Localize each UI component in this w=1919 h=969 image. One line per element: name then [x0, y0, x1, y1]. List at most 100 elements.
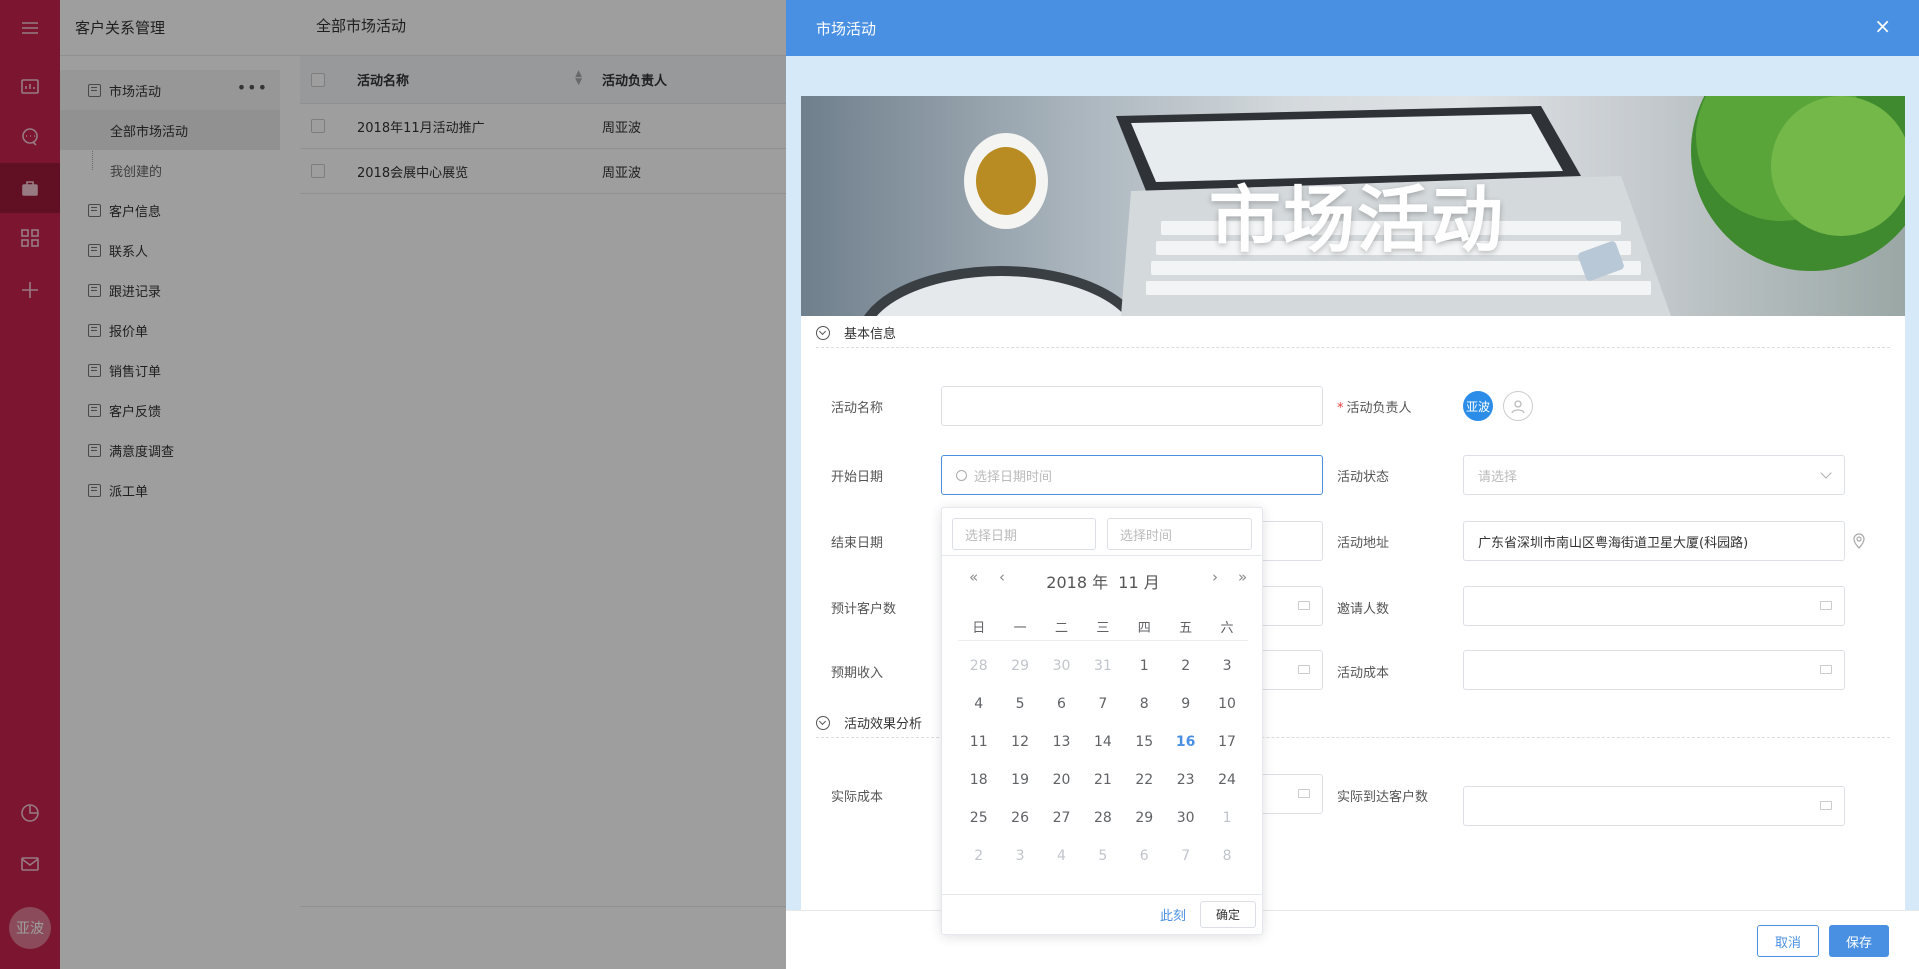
- calendar-day[interactable]: 4: [1041, 848, 1082, 864]
- calendar-grid: 日一二三四五六 28 29 30 31 1 2 3 4 5 6 7 8 9 10 11 12 13 14 15 16 1…: [958, 613, 1248, 875]
- calendar-day[interactable]: 21: [1082, 772, 1123, 788]
- label-activity-name: 活动名称: [831, 401, 884, 416]
- label-actual-cost: 实际成本: [831, 790, 884, 805]
- calendar-day[interactable]: 20: [1041, 772, 1082, 788]
- weekday-label: 二: [1054, 621, 1068, 636]
- label-address: 活动地址: [1337, 536, 1390, 551]
- calendar-day[interactable]: 28: [1082, 810, 1123, 826]
- calendar-day[interactable]: 19: [999, 772, 1040, 788]
- calendar-day[interactable]: 2: [958, 848, 999, 864]
- calendar-day[interactable]: 13: [1041, 734, 1082, 750]
- calendar-day[interactable]: 7: [1082, 696, 1123, 712]
- calendar-day[interactable]: 28: [958, 658, 999, 674]
- collapse-icon[interactable]: [816, 325, 830, 340]
- weekday-label: 日: [972, 621, 986, 636]
- calendar-day[interactable]: 3: [999, 848, 1040, 864]
- calendar-day[interactable]: 17: [1206, 734, 1247, 750]
- banner-image: 市场活动: [801, 96, 1905, 316]
- calendar-day[interactable]: 24: [1206, 772, 1247, 788]
- clock-icon: [956, 469, 967, 481]
- dialog-header: 市场活动 ×: [786, 0, 1919, 56]
- save-button[interactable]: 保存: [1829, 925, 1889, 957]
- label-start-date: 开始日期: [831, 470, 884, 485]
- calendar-day[interactable]: 2: [1165, 658, 1206, 674]
- calendar-day[interactable]: 8: [1124, 696, 1165, 712]
- placeholder: 选择日期时间: [974, 469, 1053, 485]
- label-invitees: 邀请人数: [1337, 602, 1390, 617]
- calendar-day[interactable]: 5: [999, 696, 1040, 712]
- calendar-day[interactable]: 27: [1041, 810, 1082, 826]
- calendar-day[interactable]: 12: [999, 734, 1040, 750]
- section-title: 活动效果分析: [844, 717, 923, 732]
- status-select[interactable]: 请选择: [1463, 455, 1845, 495]
- picker-date-input[interactable]: 选择日期: [952, 518, 1096, 550]
- calendar-day[interactable]: 10: [1206, 696, 1247, 712]
- calendar-week-row: 25 26 27 28 29 30 1: [958, 799, 1248, 837]
- confirm-button[interactable]: 确定: [1200, 901, 1256, 928]
- calendar-day[interactable]: 30: [1165, 810, 1206, 826]
- calendar-day[interactable]: 11: [958, 734, 999, 750]
- actual-customers-input[interactable]: [1463, 786, 1845, 826]
- calendar-day-today[interactable]: 16: [1165, 734, 1206, 750]
- calendar-day[interactable]: 1: [1206, 810, 1247, 826]
- calendar-week-row: 4 5 6 7 8 9 10: [958, 685, 1248, 723]
- weekday-label: 五: [1179, 621, 1193, 636]
- label-text: 活动负责人: [1346, 401, 1412, 416]
- start-date-input[interactable]: 选择日期时间: [941, 455, 1323, 495]
- calendar-day[interactable]: 26: [999, 810, 1040, 826]
- calendar-day[interactable]: 5: [1082, 848, 1123, 864]
- calendar-day[interactable]: 25: [958, 810, 999, 826]
- address-input[interactable]: 广东省深圳市南山区粤海街道卫星大厦(科园路): [1463, 521, 1845, 561]
- calendar-day[interactable]: 18: [958, 772, 999, 788]
- number-icon: [1298, 665, 1310, 674]
- banner-title: 市场活动: [1209, 178, 1506, 262]
- calendar-day[interactable]: 14: [1082, 734, 1123, 750]
- calendar-day[interactable]: 15: [1124, 734, 1165, 750]
- calendar-day[interactable]: 23: [1165, 772, 1206, 788]
- owner-avatar[interactable]: 亚波: [1463, 391, 1493, 421]
- section-basic-info[interactable]: 基本信息: [816, 318, 1890, 348]
- weekday-label: 三: [1096, 621, 1110, 636]
- required-mark: *: [1337, 401, 1344, 416]
- calendar-day[interactable]: 6: [1041, 696, 1082, 712]
- label-activity-cost: 活动成本: [1337, 666, 1390, 681]
- calendar-day[interactable]: 6: [1124, 848, 1165, 864]
- calendar-day[interactable]: 9: [1165, 696, 1206, 712]
- close-icon[interactable]: ×: [1874, 14, 1891, 38]
- weekday-row: 日一二三四五六: [958, 613, 1248, 641]
- calendar-day[interactable]: 31: [1082, 658, 1123, 674]
- activity-name-input[interactable]: [941, 386, 1323, 426]
- calendar-day[interactable]: 29: [999, 658, 1040, 674]
- cancel-button[interactable]: 取消: [1757, 925, 1819, 957]
- label-expected-customers: 预计客户数: [831, 602, 897, 617]
- user-icon: [1511, 400, 1525, 414]
- number-icon: [1298, 601, 1310, 610]
- next-month-icon[interactable]: ›: [1212, 568, 1218, 586]
- chevron-down-icon: [1820, 467, 1832, 479]
- calendar-day[interactable]: 29: [1124, 810, 1165, 826]
- next-year-icon[interactable]: »: [1238, 568, 1247, 586]
- collapse-icon[interactable]: [816, 715, 830, 730]
- number-icon: [1820, 665, 1832, 674]
- calendar-day[interactable]: 1: [1124, 658, 1165, 674]
- calendar-day[interactable]: 8: [1206, 848, 1247, 864]
- now-button[interactable]: 此刻: [1160, 905, 1186, 924]
- location-pin-icon[interactable]: [1852, 533, 1866, 549]
- calendar-day[interactable]: 30: [1041, 658, 1082, 674]
- calendar-day[interactable]: 3: [1206, 658, 1247, 674]
- picker-time-input[interactable]: 选择时间: [1107, 518, 1252, 550]
- weekday-label: 六: [1220, 621, 1234, 636]
- placeholder: 请选择: [1478, 469, 1518, 485]
- month-label[interactable]: 2018 年 11 月: [1046, 569, 1159, 593]
- add-owner-button[interactable]: [1503, 391, 1533, 421]
- datetime-picker: 选择日期 选择时间 « ‹ 2018 年 11 月 › » 日一二三四五六 28…: [941, 507, 1263, 935]
- calendar-day[interactable]: 22: [1124, 772, 1165, 788]
- invitees-input[interactable]: [1463, 586, 1845, 626]
- section-title: 基本信息: [844, 327, 897, 342]
- calendar-day[interactable]: 4: [958, 696, 999, 712]
- activity-cost-input[interactable]: [1463, 650, 1845, 690]
- dialog-title: 市场活动: [816, 19, 877, 38]
- calendar-day[interactable]: 7: [1165, 848, 1206, 864]
- number-icon: [1298, 789, 1310, 798]
- picker-divider: [942, 555, 1262, 556]
